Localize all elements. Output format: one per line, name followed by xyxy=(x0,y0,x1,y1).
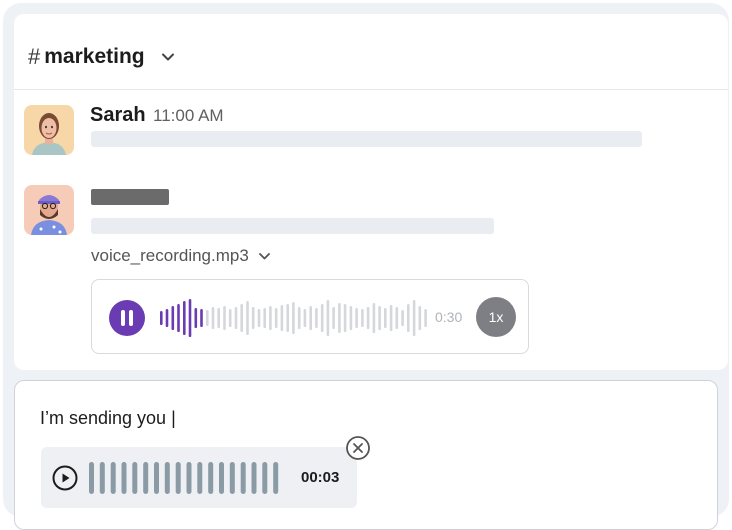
waveform-bar xyxy=(303,309,307,327)
channel-name: marketing xyxy=(44,45,145,68)
waveform-bar xyxy=(234,307,238,329)
recording-waveform-bar xyxy=(229,462,235,494)
header-divider xyxy=(14,89,728,90)
waveform-bar xyxy=(389,305,393,331)
waveform-bar xyxy=(366,307,370,329)
waveform-bar xyxy=(228,309,232,327)
pause-button[interactable] xyxy=(109,300,145,336)
message-timestamp[interactable]: 11:00 AM xyxy=(153,106,224,126)
channel-header[interactable]: # marketing xyxy=(28,43,175,71)
waveform-bar xyxy=(160,311,163,325)
waveform-bar xyxy=(286,304,289,332)
waveform-bar xyxy=(251,307,255,329)
author-name-placeholder xyxy=(91,189,169,205)
recording-waveform-bar xyxy=(219,462,224,494)
voice-recording-preview: 00:03 xyxy=(41,447,357,508)
waveform-bar xyxy=(183,301,186,335)
waveform-bar xyxy=(372,303,376,333)
waveform-bar xyxy=(384,308,387,328)
waveform-bar xyxy=(332,307,335,329)
recording-waveform xyxy=(89,462,279,494)
pause-icon-bar xyxy=(129,310,133,326)
waveform-bar xyxy=(274,308,278,328)
recording-waveform-bar xyxy=(262,462,268,494)
waveform-bar xyxy=(315,308,318,328)
waveform-bar xyxy=(338,303,341,333)
message-text-placeholder xyxy=(91,218,494,234)
pause-icon xyxy=(121,310,125,326)
message-text-placeholder xyxy=(91,131,642,147)
chevron-down-icon[interactable] xyxy=(258,250,271,263)
hash-icon: # xyxy=(28,44,41,69)
waveform-bar xyxy=(292,302,295,334)
waveform-bar xyxy=(188,299,192,337)
recording-waveform-bar xyxy=(186,462,192,494)
recording-waveform-bar xyxy=(132,462,138,494)
waveform-bar xyxy=(177,304,180,332)
recording-waveform-bar xyxy=(164,462,170,494)
waveform-bar xyxy=(217,308,220,328)
waveform-bar xyxy=(424,309,427,327)
waveform-bar xyxy=(206,310,209,326)
waveform-bar xyxy=(320,304,324,332)
playback-speed-button[interactable]: 1x xyxy=(476,297,516,337)
recording-waveform-bar xyxy=(89,462,94,494)
recording-waveform-bar xyxy=(208,462,214,494)
recording-waveform-bar xyxy=(154,462,159,494)
audio-waveform[interactable] xyxy=(160,298,430,338)
message-author[interactable]: Sarah xyxy=(90,104,146,127)
waveform-bar xyxy=(263,308,266,328)
recording-waveform-bar xyxy=(251,462,257,494)
audio-duration: 0:30 xyxy=(435,309,463,325)
avatar-woman[interactable] xyxy=(24,105,74,155)
waveform-bar xyxy=(361,309,364,327)
audio-player: 0:30 1x xyxy=(91,279,529,354)
waveform-bar xyxy=(194,308,198,328)
waveform-bar xyxy=(200,309,203,327)
waveform-bar xyxy=(418,306,422,330)
waveform-bar xyxy=(343,304,347,332)
waveform-bar xyxy=(407,304,410,332)
waveform-bar xyxy=(246,301,249,335)
waveform-bar xyxy=(309,306,312,330)
waveform-bar xyxy=(326,300,330,336)
waveform-bar xyxy=(349,306,353,330)
waveform-bar xyxy=(257,309,261,327)
message-composer[interactable]: I’m sending you | 00:03 xyxy=(14,380,718,530)
waveform-bar xyxy=(280,305,284,331)
recording-waveform-bar xyxy=(175,462,181,494)
waveform-bar xyxy=(171,306,175,330)
recording-waveform-bar xyxy=(143,462,149,494)
close-circle-icon[interactable] xyxy=(345,435,371,461)
recording-waveform-bar xyxy=(121,462,127,494)
chevron-down-icon[interactable] xyxy=(161,50,175,64)
recording-waveform-bar xyxy=(273,462,279,494)
recording-waveform-bar xyxy=(197,462,203,494)
recording-waveform-bar xyxy=(99,462,105,494)
waveform-bar xyxy=(223,306,226,330)
recording-waveform-bar xyxy=(240,462,246,494)
attachment-filename: voice_recording.mp3 xyxy=(91,246,249,265)
recording-waveform-bar xyxy=(110,462,116,494)
waveform-bar xyxy=(269,306,272,330)
recording-duration: 00:03 xyxy=(301,469,340,486)
waveform-bar xyxy=(412,300,416,336)
waveform-bar xyxy=(401,310,404,326)
waveform-bar xyxy=(378,306,381,330)
attachment-header[interactable]: voice_recording.mp3 xyxy=(91,246,271,266)
play-icon[interactable] xyxy=(52,465,78,491)
waveform-bar xyxy=(395,307,399,329)
avatar-man-cap[interactable] xyxy=(24,185,74,235)
waveform-bar xyxy=(240,304,243,332)
waveform-bar xyxy=(355,308,358,328)
waveform-bar xyxy=(297,307,301,329)
waveform-bar xyxy=(211,307,215,329)
composer-input[interactable]: I’m sending you | xyxy=(40,408,176,429)
waveform-bar xyxy=(165,309,169,327)
